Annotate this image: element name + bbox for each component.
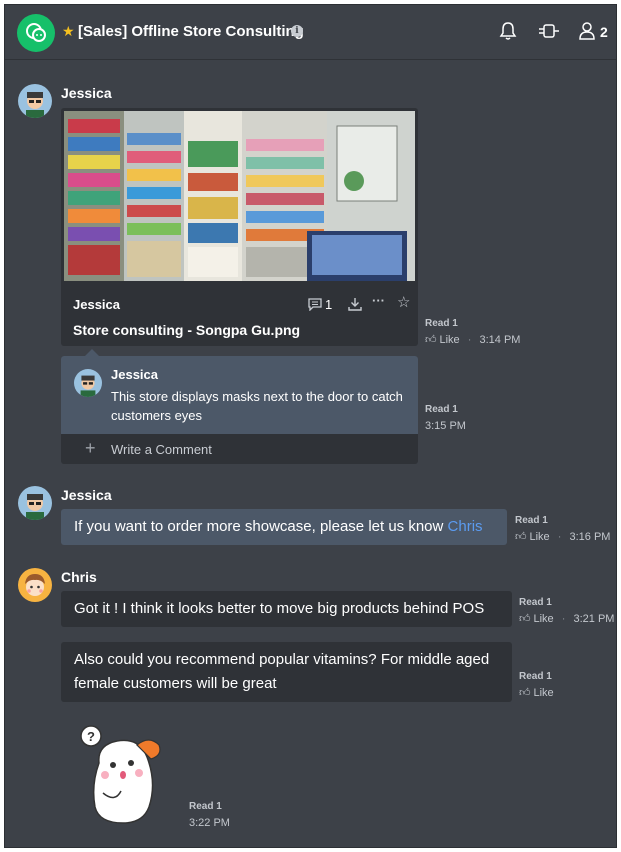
- sender-name[interactable]: Jessica: [61, 85, 112, 101]
- file-card[interactable]: Jessica 1 ··· ☆ Store consulting - Songp…: [61, 108, 418, 346]
- message-text: Got it ! I think it looks better to move…: [74, 600, 485, 617]
- bell-icon[interactable]: [499, 21, 517, 41]
- hamster-sticker[interactable]: ?: [77, 723, 167, 827]
- comment-author[interactable]: Jessica: [111, 367, 158, 382]
- timestamp: 3:21 PM: [573, 613, 615, 625]
- message-bubble[interactable]: Got it ! I think it looks better to move…: [61, 591, 512, 627]
- like-button[interactable]: 👍︎ Like: [519, 685, 554, 701]
- download-icon[interactable]: [348, 297, 362, 311]
- avatar[interactable]: [18, 568, 52, 602]
- more-icon[interactable]: ···: [372, 293, 385, 308]
- info-icon[interactable]: i: [291, 25, 303, 37]
- sender-name[interactable]: Chris: [61, 569, 97, 585]
- timestamp: 3:14 PM: [479, 334, 521, 346]
- bookmark-star-icon[interactable]: ☆: [397, 293, 410, 311]
- member-count[interactable]: 2: [600, 24, 608, 40]
- like-button[interactable]: 👍︎ Like: [425, 332, 460, 348]
- store-photo[interactable]: [64, 111, 415, 281]
- comment-thread: Jessica This store displays masks next t…: [61, 356, 418, 464]
- comment-meta: Read 1 3:15 PM: [425, 402, 466, 434]
- read-receipt[interactable]: Read 1: [519, 669, 554, 685]
- read-receipt[interactable]: Read 1: [425, 316, 520, 332]
- comment-item: Jessica This store displays masks next t…: [61, 356, 418, 434]
- avatar[interactable]: [74, 369, 102, 397]
- like-button[interactable]: 👍︎ Like: [519, 611, 554, 627]
- comment-count[interactable]: 1: [325, 297, 332, 312]
- thumbs-up-icon: 👍︎: [515, 531, 527, 543]
- sender-name[interactable]: Jessica: [61, 487, 112, 503]
- chat-logo-icon[interactable]: [17, 14, 55, 52]
- plug-icon[interactable]: [538, 21, 560, 41]
- write-comment-input[interactable]: Write a Comment: [111, 442, 212, 457]
- timestamp: 3:15 PM: [425, 420, 466, 432]
- read-receipt[interactable]: Read 1: [515, 513, 610, 529]
- separator-dot: ·: [467, 334, 472, 346]
- message-meta: Read 1 👍︎ Like: [519, 669, 554, 701]
- message-meta: Read 1 3:22 PM: [189, 799, 230, 831]
- file-name[interactable]: Store consulting - Songpa Gu.png: [73, 322, 300, 338]
- chat-header: ★ [Sales] Offline Store Consulting i 2: [5, 5, 616, 60]
- comment-icon[interactable]: [308, 298, 322, 311]
- file-owner: Jessica: [73, 297, 120, 312]
- question-mark: ?: [87, 729, 95, 744]
- like-button[interactable]: 👍︎ Like: [515, 529, 550, 545]
- read-receipt[interactable]: Read 1: [425, 402, 466, 418]
- thumbs-up-icon: 👍︎: [519, 613, 531, 625]
- thumbs-up-icon: 👍︎: [519, 687, 531, 699]
- separator-dot: ·: [561, 613, 566, 625]
- timestamp: 3:22 PM: [189, 817, 230, 829]
- comment-text: This store displays masks next to the do…: [111, 389, 403, 423]
- message-bubble[interactable]: Also could you recommend popular vitamin…: [61, 642, 512, 702]
- members-icon[interactable]: [578, 21, 596, 41]
- chat-window: ★ [Sales] Offline Store Consulting i 2 J…: [4, 4, 617, 848]
- message-text: If you want to order more showcase, plea…: [74, 518, 444, 535]
- message-bubble[interactable]: If you want to order more showcase, plea…: [61, 509, 507, 545]
- room-title: [Sales] Offline Store Consulting: [78, 23, 304, 40]
- plus-icon[interactable]: +: [85, 438, 96, 459]
- star-icon[interactable]: ★: [62, 23, 75, 40]
- message-meta: Read 1 👍︎ Like · 3:16 PM: [515, 513, 610, 545]
- timestamp: 3:16 PM: [569, 531, 611, 543]
- separator-dot: ·: [557, 531, 562, 543]
- read-receipt[interactable]: Read 1: [519, 595, 614, 611]
- thumbs-up-icon: 👍︎: [425, 334, 437, 346]
- message-meta: Read 1 👍︎ Like · 3:21 PM: [519, 595, 614, 627]
- mention-link[interactable]: Chris: [448, 518, 483, 535]
- avatar[interactable]: [18, 486, 52, 520]
- read-receipt[interactable]: Read 1: [189, 799, 230, 815]
- avatar[interactable]: [18, 84, 52, 118]
- message-meta: Read 1 👍︎ Like · 3:14 PM: [425, 316, 520, 348]
- comment-caret: [85, 349, 99, 356]
- message-text: Also could you recommend popular vitamin…: [74, 651, 490, 692]
